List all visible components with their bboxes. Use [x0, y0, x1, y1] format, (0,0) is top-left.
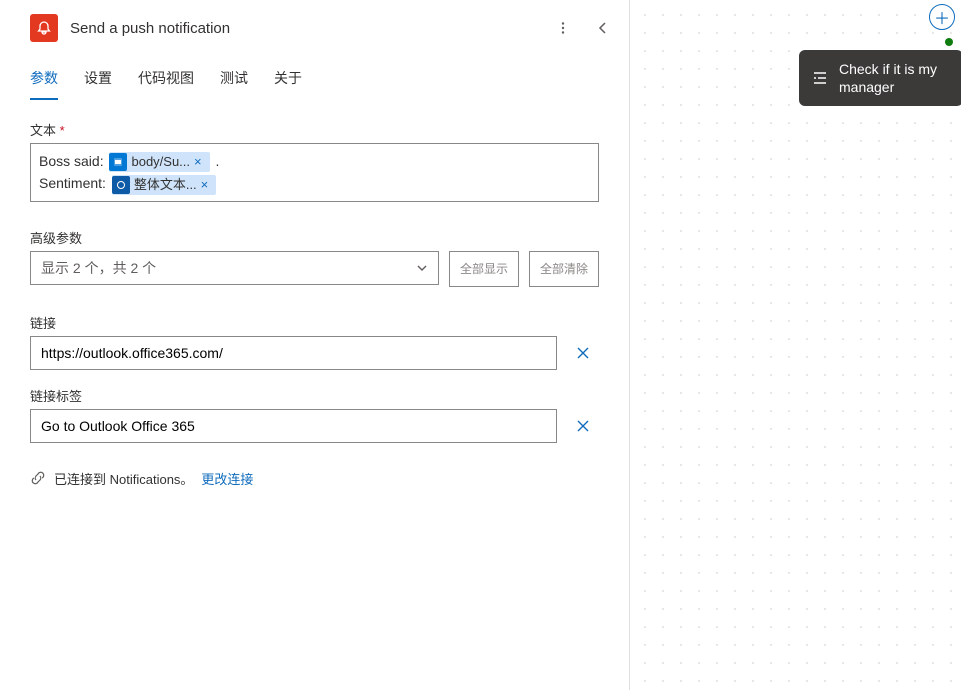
text-prefix-2: Sentiment: [39, 175, 106, 191]
link-label: 链接 [30, 313, 599, 332]
linklabel-clear[interactable] [567, 410, 599, 442]
outlook-icon [109, 153, 127, 171]
tab-codeview[interactable]: 代码视图 [138, 62, 194, 100]
tab-test[interactable]: 测试 [220, 62, 248, 100]
linklabel-input[interactable] [30, 409, 557, 443]
link-input[interactable] [30, 336, 557, 370]
condition-icon [809, 67, 831, 89]
token-sentiment[interactable]: 整体文本... × [112, 175, 216, 195]
text-label: 文本 [30, 120, 599, 139]
show-all-button[interactable]: 全部显示 [449, 251, 519, 287]
bell-icon [30, 14, 58, 42]
adv-label: 高级参数 [30, 228, 599, 247]
condition-node[interactable]: Check if it is my manager [799, 50, 961, 106]
text-prefix-1: Boss said: [39, 153, 104, 169]
status-dot [945, 38, 953, 46]
more-button[interactable] [549, 14, 577, 42]
clear-all-button[interactable]: 全部清除 [529, 251, 599, 287]
tabs: 参数 设置 代码视图 测试 关于 [0, 56, 629, 100]
linklabel-label: 链接标签 [30, 386, 599, 405]
connection-row: 已连接到 Notifications。 更改连接 [30, 469, 599, 488]
tab-params[interactable]: 参数 [30, 62, 58, 100]
cognitive-icon [112, 176, 130, 194]
collapse-button[interactable] [589, 14, 617, 42]
link-icon [30, 470, 46, 486]
token-body-text: body/Su... [131, 151, 190, 173]
details-panel: Send a push notification 参数 设置 代码视图 测试 关… [0, 0, 630, 690]
tab-settings[interactable]: 设置 [84, 62, 112, 100]
text-mid: . [216, 153, 220, 169]
token-sentiment-text: 整体文本... [134, 174, 197, 196]
panel-title: Send a push notification [70, 20, 537, 37]
chevron-down-icon [416, 262, 428, 274]
change-connection[interactable]: 更改连接 [201, 469, 253, 488]
tab-about[interactable]: 关于 [274, 62, 302, 100]
token-body[interactable]: body/Su... × [109, 152, 209, 172]
add-button-top[interactable]: ＋ [929, 4, 955, 30]
form: 文本 Boss said: body/Su... × . Sentiment: … [0, 100, 629, 488]
adv-select-text: 显示 2 个，共 2 个 [41, 258, 156, 278]
canvas[interactable]: ＋ Check if it is my manager True ＋ Html … [630, 0, 961, 690]
token-sentiment-remove[interactable]: × [197, 174, 213, 196]
condition-title: Check if it is my manager [839, 60, 949, 96]
panel-header: Send a push notification [0, 0, 629, 56]
token-body-remove[interactable]: × [190, 151, 206, 173]
adv-select[interactable]: 显示 2 个，共 2 个 [30, 251, 439, 285]
link-clear[interactable] [567, 337, 599, 369]
connection-text: 已连接到 Notifications。 [54, 469, 193, 488]
text-input[interactable]: Boss said: body/Su... × . Sentiment: 整体文… [30, 143, 599, 202]
